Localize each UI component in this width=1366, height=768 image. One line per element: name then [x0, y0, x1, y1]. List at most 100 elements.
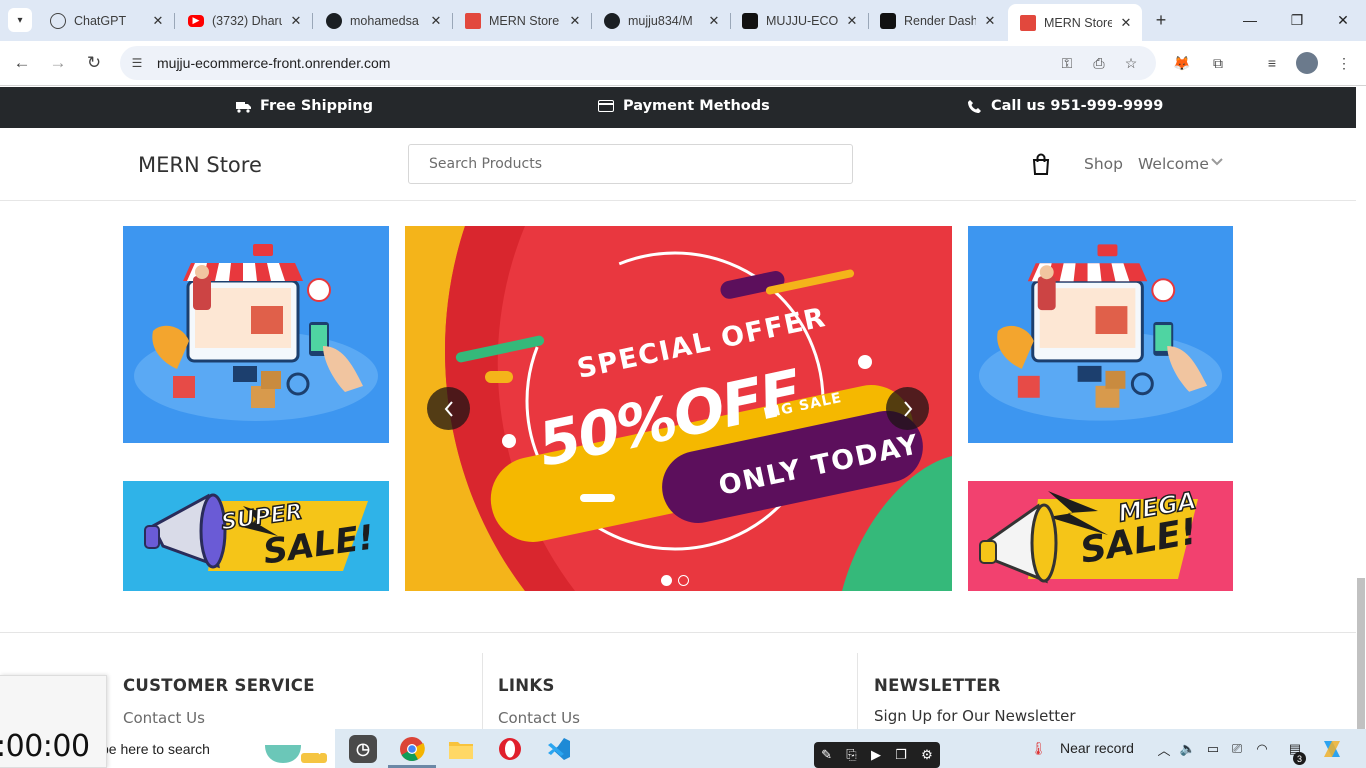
chevron-up-icon[interactable]: ︿: [1156, 740, 1172, 758]
hero-carousel[interactable]: SPECIAL OFFER 50%OFF BIG SALE ONLY TODAY: [405, 226, 952, 591]
tab-mern-store[interactable]: MERN Store ✕: [453, 4, 592, 37]
wifi-icon[interactable]: ◠: [1253, 740, 1271, 758]
chevron-down-icon[interactable]: [1211, 157, 1223, 169]
tab-title: MERN Store: [1044, 15, 1112, 30]
site-settings-icon[interactable]: ☰: [128, 54, 146, 72]
tab-title: Render Dash: [904, 13, 976, 28]
footer-customer-service: CUSTOMER SERVICE Contact Us: [123, 676, 315, 727]
credit-card-icon: [598, 98, 614, 114]
taskbar-app-clock-icon[interactable]: ◷: [349, 735, 377, 763]
edit-icon[interactable]: ✎: [821, 747, 832, 763]
render-icon: [742, 12, 758, 29]
shopping-bag-icon[interactable]: [1030, 153, 1052, 175]
carousel-dot-1[interactable]: [661, 575, 672, 586]
search-input[interactable]: [408, 144, 853, 184]
close-icon[interactable]: ✕: [150, 13, 166, 29]
close-icon[interactable]: ✕: [288, 13, 304, 29]
camera-icon[interactable]: ⎘: [846, 747, 856, 763]
close-icon[interactable]: ✕: [428, 13, 444, 29]
opera-icon[interactable]: [496, 735, 524, 763]
thermometer-icon: 🌡: [1030, 741, 1047, 756]
github-icon: [604, 12, 620, 29]
tab-youtube[interactable]: ▶ (3732) Dharu ✕: [176, 4, 313, 37]
taskbar-search-text[interactable]: pe here to search: [101, 741, 210, 757]
carousel-dot-2[interactable]: [678, 575, 689, 586]
copilot-icon[interactable]: [1320, 740, 1344, 758]
free-shipping-label: Free Shipping: [260, 98, 374, 114]
metamask-icon[interactable]: 🦊: [1171, 52, 1193, 74]
windows-taskbar: pe here to search: [101, 729, 1366, 768]
online-shop-banner-left[interactable]: [123, 226, 389, 443]
back-icon[interactable]: ←: [10, 51, 34, 75]
volume-icon[interactable]: 🔈: [1180, 740, 1196, 758]
close-icon[interactable]: ✕: [982, 13, 998, 29]
footer-links: LINKS Contact Us: [498, 676, 580, 727]
contact-us-link[interactable]: Contact Us: [498, 709, 580, 727]
install-app-icon[interactable]: ⎙: [1089, 54, 1109, 72]
tab-title: mujju834/M: [628, 13, 693, 28]
online-shop-banner-right[interactable]: [968, 226, 1233, 443]
extensions-icon[interactable]: ⧉: [1207, 52, 1229, 74]
shop-link[interactable]: Shop: [1084, 155, 1123, 173]
taskbar-search-box[interactable]: pe here to search: [101, 729, 335, 768]
tab-github-1[interactable]: mohamedsa ✕: [314, 4, 453, 37]
url-text[interactable]: mujju-ecommerce-front.onrender.com: [157, 55, 390, 71]
chrome-icon[interactable]: [398, 735, 426, 763]
minimize-button[interactable]: —: [1235, 8, 1265, 32]
call-us-label: Call us 951-999-9999: [991, 98, 1164, 114]
address-bar[interactable]: ☰ mujju-ecommerce-front.onrender.com ⚿ ⎙…: [120, 46, 1156, 80]
restore-button[interactable]: ❐: [1282, 8, 1312, 32]
chevron-left-icon: [444, 400, 453, 417]
github-icon: [326, 12, 342, 29]
tab-github-2[interactable]: mujju834/M ✕: [592, 4, 731, 37]
tab-title: ChatGPT: [74, 13, 127, 28]
video-icon[interactable]: ▶: [871, 747, 881, 763]
screen-capture-bar: ✎ ⎘ ▶ ❐ ⚙: [814, 742, 940, 768]
battery-icon[interactable]: ▭: [1204, 740, 1222, 758]
payment-methods: Payment Methods: [598, 98, 770, 114]
truck-icon: [235, 98, 251, 114]
reload-icon[interactable]: ↻: [82, 51, 106, 75]
menu-icon[interactable]: ⋮: [1333, 52, 1355, 74]
site-footer: CUSTOMER SERVICE Contact Us LINKS Contac…: [0, 632, 1356, 733]
tab-render-2[interactable]: Render Dash ✕: [868, 4, 1006, 37]
carousel-next-button[interactable]: [886, 387, 929, 430]
weather-text[interactable]: Near record: [1060, 740, 1134, 756]
scrollbar-thumb[interactable]: [1357, 578, 1365, 732]
tab-chatgpt[interactable]: ChatGPT ✕: [38, 4, 175, 37]
super-sale-banner[interactable]: SUPER SALE!: [123, 481, 389, 591]
tab-mern-store-active[interactable]: MERN Store ✕: [1008, 4, 1142, 41]
close-icon[interactable]: ✕: [567, 13, 583, 29]
welcome-dropdown[interactable]: Welcome: [1138, 155, 1209, 173]
new-tab-button[interactable]: +: [1150, 9, 1172, 31]
close-window-button[interactable]: ✕: [1328, 8, 1358, 32]
browser-toolbar: ← → ↻ ☰ mujju-ecommerce-front.onrender.c…: [0, 41, 1366, 86]
site-header: MERN Store Shop Welcome: [0, 128, 1356, 201]
media-control-icon[interactable]: ≡: [1261, 52, 1283, 74]
mega-sale-banner[interactable]: MEGA SALE!: [968, 481, 1233, 591]
gear-icon[interactable]: ⚙: [921, 747, 933, 763]
chevron-right-icon: [903, 400, 912, 417]
youtube-icon: ▶: [188, 14, 204, 27]
tab-search-button[interactable]: ▾: [8, 8, 32, 32]
online-shop-illustration: [978, 244, 1223, 421]
call-us: Call us 951-999-9999: [966, 98, 1163, 114]
tab-render-1[interactable]: MUJJU-ECON ✕: [730, 4, 869, 37]
store-icon: [1020, 14, 1036, 31]
carousel-prev-button[interactable]: [427, 387, 470, 430]
timer-overlay[interactable]: :00:00: [0, 675, 107, 768]
close-icon[interactable]: ✕: [1118, 15, 1134, 31]
contact-us-link[interactable]: Contact Us: [123, 709, 315, 727]
vscode-icon[interactable]: [545, 735, 573, 763]
file-explorer-icon[interactable]: [447, 735, 475, 763]
close-icon[interactable]: ✕: [844, 13, 860, 29]
profile-avatar[interactable]: [1296, 52, 1318, 74]
site-logo[interactable]: MERN Store: [138, 153, 262, 177]
forward-icon[interactable]: →: [46, 51, 70, 75]
tab-title: MUJJU-ECON: [766, 13, 838, 28]
device-icon[interactable]: ⎚: [1228, 740, 1246, 758]
window-icon[interactable]: ❐: [895, 747, 907, 763]
key-icon[interactable]: ⚿: [1057, 54, 1077, 72]
bookmark-star-icon[interactable]: ☆: [1121, 54, 1141, 72]
close-icon[interactable]: ✕: [706, 13, 722, 29]
